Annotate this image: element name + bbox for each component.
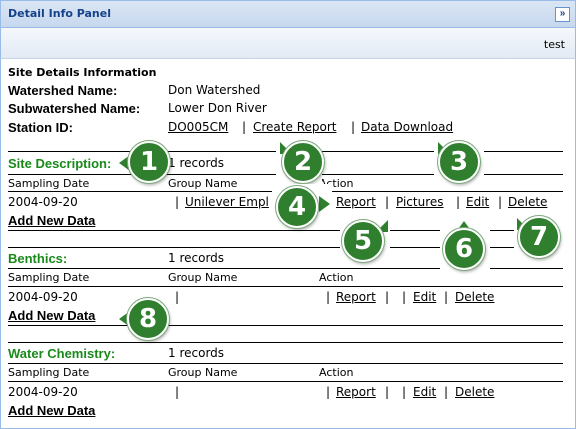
column-sampling-date: Sampling Date <box>8 366 90 379</box>
add-new-data-link[interactable]: Add New Data <box>8 403 95 418</box>
column-sampling-date: Sampling Date <box>8 177 90 190</box>
subwatershed-label: Subwatershed Name: <box>8 101 141 116</box>
watershed-value: Don Watershed <box>168 83 261 97</box>
water-chemistry-records: 1 records <box>168 346 225 360</box>
column-sampling-date: Sampling Date <box>8 271 90 284</box>
column-group-name: Group Name <box>168 366 238 379</box>
divider <box>8 286 563 287</box>
benthics-title: Benthics: <box>8 251 68 266</box>
user-label: test <box>543 38 565 51</box>
delete-link[interactable]: Delete <box>455 290 494 304</box>
group-name-link[interactable]: Unilever Empl <box>185 195 269 209</box>
add-new-data-link[interactable]: Add New Data <box>8 308 95 323</box>
site-details-heading: Site Details Information <box>8 66 157 79</box>
separator: | <box>456 195 461 209</box>
add-new-data-link[interactable]: Add New Data <box>8 213 95 228</box>
callout-badge-6: 6 <box>443 228 485 270</box>
edit-link[interactable]: Edit <box>466 195 489 209</box>
divider <box>8 325 563 326</box>
data-download-link[interactable]: Data Download <box>361 120 453 134</box>
column-action: Action <box>319 366 354 379</box>
subwatershed-value: Lower Don River <box>168 101 267 115</box>
row-sampling-date: 2004-09-20 <box>8 290 78 304</box>
double-chevron-right-icon[interactable]: » <box>555 7 570 22</box>
separator: | <box>326 290 331 304</box>
separator: | <box>498 195 503 209</box>
divider <box>8 342 563 343</box>
separator: | <box>444 290 449 304</box>
delete-link[interactable]: Delete <box>455 385 494 399</box>
callout-pointer <box>319 196 330 212</box>
separator: | <box>402 385 407 399</box>
callout-badge-1: 1 <box>128 141 170 183</box>
separator: | <box>444 385 449 399</box>
create-report-link[interactable]: Create Report <box>253 120 336 134</box>
pictures-link[interactable]: Pictures <box>396 195 444 209</box>
report-link[interactable]: Report <box>336 385 376 399</box>
callout-badge-4: 4 <box>276 186 318 228</box>
column-group-name: Group Name <box>168 177 238 190</box>
divider <box>8 381 563 382</box>
column-action: Action <box>319 271 354 284</box>
separator: | <box>326 385 331 399</box>
panel-header: Detail Info Panel » <box>0 0 576 28</box>
callout-badge-3: 3 <box>438 141 480 183</box>
panel-toolbar: test <box>0 28 576 59</box>
site-description-title: Site Description: <box>8 156 112 171</box>
report-link[interactable]: Report <box>336 290 376 304</box>
panel-title: Detail Info Panel <box>8 7 111 20</box>
callout-badge-2: 2 <box>282 141 324 183</box>
site-description-records: 1 records <box>168 156 225 170</box>
delete-link[interactable]: Delete <box>508 195 547 209</box>
divider <box>8 363 563 364</box>
edit-link[interactable]: Edit <box>413 385 436 399</box>
separator: | <box>242 120 247 134</box>
row-sampling-date: 2004-09-20 <box>8 385 78 399</box>
separator: | <box>175 290 180 304</box>
edit-link[interactable]: Edit <box>413 290 436 304</box>
separator: | <box>385 195 390 209</box>
column-group-name: Group Name <box>168 271 238 284</box>
callout-badge-8: 8 <box>127 298 169 340</box>
report-link[interactable]: Report <box>336 195 376 209</box>
separator: | <box>402 290 407 304</box>
callout-badge-7: 7 <box>518 216 560 258</box>
water-chemistry-title: Water Chemistry: <box>8 346 116 361</box>
station-label: Station ID: <box>8 120 73 135</box>
row-sampling-date: 2004-09-20 <box>8 195 78 209</box>
separator: | <box>175 195 180 209</box>
station-id-link[interactable]: DO005CM <box>168 120 228 134</box>
benthics-records: 1 records <box>168 251 225 265</box>
separator: | <box>175 385 180 399</box>
separator: | <box>385 385 390 399</box>
separator: | <box>385 290 390 304</box>
callout-badge-5: 5 <box>342 220 384 262</box>
separator: | <box>351 120 356 134</box>
watershed-label: Watershed Name: <box>8 83 118 98</box>
